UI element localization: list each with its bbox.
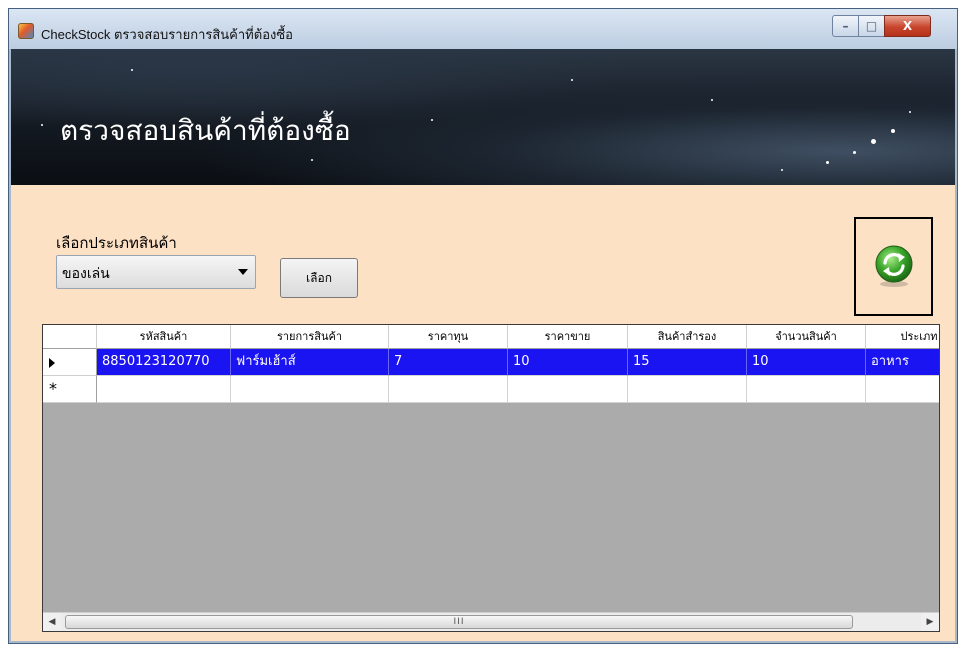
banner-star (871, 139, 876, 144)
banner-star (431, 119, 433, 121)
column-header[interactable]: สินค้าสำรอง (628, 325, 747, 349)
banner-star (781, 169, 783, 171)
select-button[interactable]: เลือก (280, 258, 358, 298)
category-label: เลือกประเภทสินค้า (56, 234, 177, 252)
category-dropdown[interactable]: ของเล่น (56, 255, 256, 289)
banner-star (891, 129, 895, 133)
close-button[interactable]: X (884, 15, 931, 37)
column-header[interactable]: รายการสินค้า (231, 325, 389, 349)
table-cell[interactable]: 15 (628, 349, 747, 376)
chevron-down-icon (238, 269, 248, 275)
new-row-indicator[interactable]: * (43, 376, 97, 403)
column-header[interactable]: ประเภท (866, 325, 939, 349)
column-header[interactable]: ราคาทุน (389, 325, 508, 349)
banner-star (909, 111, 911, 113)
scroll-left-button[interactable]: ◀ (43, 613, 61, 631)
category-dropdown-value: ของเล่น (62, 266, 110, 282)
minimize-icon: – (842, 19, 849, 33)
table-cell[interactable] (231, 376, 389, 403)
refresh-icon (875, 245, 913, 287)
banner-title: ตรวจสอบสินค้าที่ต้องซื้อ (60, 114, 351, 147)
table-cell[interactable]: 10 (508, 349, 628, 376)
window-title: CheckStock ตรวจสอบรายการสินค้าที่ต้องซื้… (41, 27, 293, 42)
table-cell[interactable]: 7 (389, 349, 508, 376)
banner-star (826, 161, 829, 164)
row-header-corner (43, 325, 97, 349)
table-cell[interactable]: 10 (747, 349, 866, 376)
minimize-button[interactable]: – (832, 15, 859, 37)
column-header[interactable]: จำนวนสินค้า (747, 325, 866, 349)
title-bar[interactable]: CheckStock ตรวจสอบรายการสินค้าที่ต้องซื้… (9, 9, 957, 49)
horizontal-scrollbar[interactable]: ◀ III ▶ (43, 612, 939, 631)
maximize-icon: □ (865, 19, 878, 33)
app-window: CheckStock ตรวจสอบรายการสินค้าที่ต้องซื้… (8, 8, 958, 644)
scroll-thumb[interactable]: III (65, 615, 853, 629)
banner-star (311, 159, 313, 161)
column-header[interactable]: ราคาขาย (508, 325, 628, 349)
table-cell[interactable] (389, 376, 508, 403)
banner-star (711, 99, 713, 101)
table-cell[interactable]: ฟาร์มเฮ้าส์ (231, 349, 389, 376)
new-row[interactable]: * (43, 376, 939, 403)
table-cell[interactable]: อาหาร (866, 349, 939, 376)
app-icon (18, 23, 34, 39)
scroll-right-button[interactable]: ▶ (921, 613, 939, 631)
banner-star (853, 151, 856, 154)
scroll-grip: III (453, 617, 465, 627)
table-cell[interactable] (866, 376, 939, 403)
table-cell[interactable] (747, 376, 866, 403)
header-banner: ตรวจสอบสินค้าที่ต้องซื้อ (11, 49, 955, 185)
row-pointer-icon (49, 358, 55, 368)
banner-star (571, 79, 573, 81)
table-row[interactable]: 8850123120770 ฟาร์มเฮ้าส์ 7 10 15 10 อาห… (43, 349, 939, 376)
maximize-button[interactable]: □ (858, 15, 885, 37)
table-cell[interactable] (628, 376, 747, 403)
table-cell[interactable] (97, 376, 231, 403)
refresh-button[interactable] (854, 217, 933, 316)
banner-star (41, 124, 43, 126)
close-icon: X (902, 19, 913, 33)
banner-star (131, 69, 133, 71)
table-cell[interactable]: 8850123120770 (97, 349, 231, 376)
table-cell[interactable] (508, 376, 628, 403)
stock-grid[interactable]: รหัสสินค้า รายการสินค้า ราคาทุน ราคาขาย … (42, 324, 940, 632)
column-header[interactable]: รหัสสินค้า (97, 325, 231, 349)
main-panel: เลือกประเภทสินค้า ของเล่น เลือก รหัสสินค… (11, 185, 955, 641)
row-indicator[interactable] (43, 349, 97, 376)
grid-header: รหัสสินค้า รายการสินค้า ราคาทุน ราคาขาย … (43, 325, 939, 349)
